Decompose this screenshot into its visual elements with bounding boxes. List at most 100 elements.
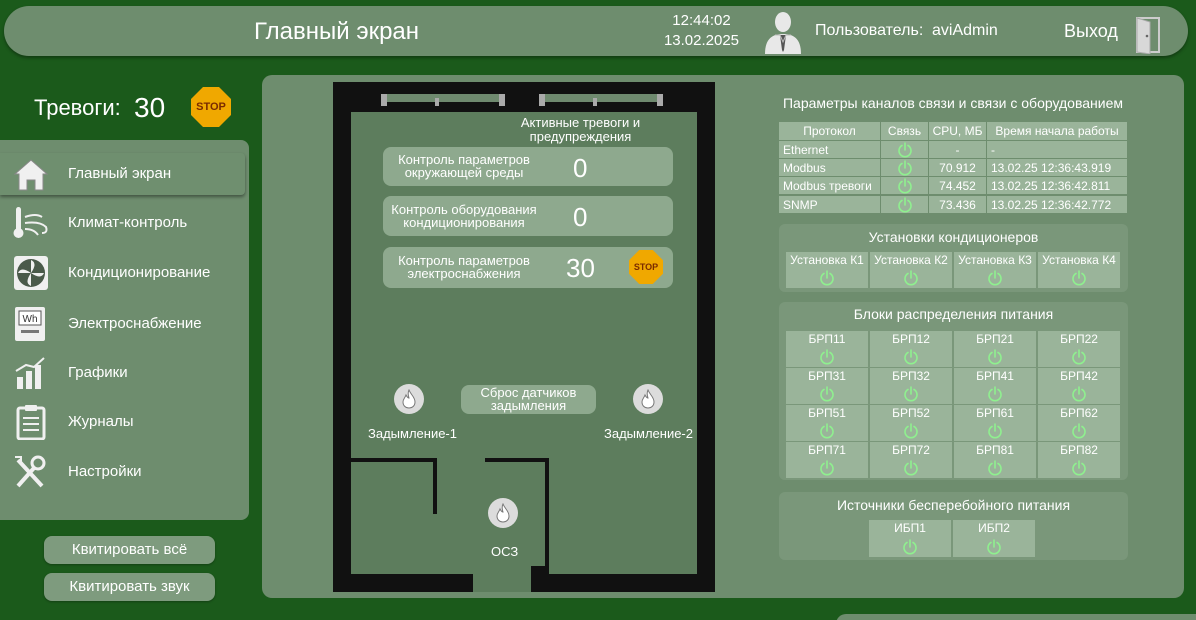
- pdu-cell[interactable]: БРП41: [954, 368, 1036, 404]
- power-on-icon: [903, 349, 919, 365]
- power-on-icon: [1071, 423, 1087, 439]
- ac-alarm-box[interactable]: Контроль оборудования кондиционирования …: [383, 196, 673, 236]
- pdu-cell-label: БРП81: [976, 443, 1014, 457]
- pdu-cell[interactable]: БРП42: [1038, 368, 1120, 404]
- pdu-cell-label: БРП21: [976, 332, 1014, 346]
- ups-cell-label: ИБП2: [978, 521, 1010, 535]
- protocol-cell: Modbus: [779, 159, 880, 177]
- clock-date: 13.02.2025: [663, 32, 740, 49]
- svg-text:Wh: Wh: [23, 314, 38, 325]
- pdu-cell-label: БРП31: [808, 369, 846, 383]
- fire-sensor-icon[interactable]: [488, 498, 518, 528]
- ack-all-button[interactable]: Квитировать всё: [44, 536, 215, 564]
- cpu-cell: 74.452: [929, 177, 986, 195]
- clipboard-icon: [16, 405, 46, 440]
- power-on-icon: [903, 460, 919, 476]
- ups-cell[interactable]: ИБП1: [869, 520, 951, 557]
- reset-smoke-sensors-button[interactable]: Сброс датчиков задымления: [461, 385, 596, 414]
- page-title: Главный экран: [254, 18, 420, 45]
- nav-item-climate[interactable]: Климат-контроль: [0, 202, 249, 244]
- protocol-cell: Ethernet: [779, 141, 880, 158]
- env-alarm-box[interactable]: Контроль параметров окружающей среды 0: [383, 147, 673, 186]
- pdu-cell-label: БРП11: [808, 332, 846, 346]
- pdu-cell[interactable]: БРП81: [954, 442, 1036, 478]
- pdu-cell[interactable]: БРП12: [870, 331, 952, 367]
- alarms-count: 30: [134, 92, 166, 123]
- power-on-icon: [987, 386, 1003, 402]
- stop-sign-icon[interactable]: STOP: [629, 250, 663, 284]
- power-on-icon: [1071, 460, 1087, 476]
- nav-item-power[interactable]: Wh Электроснабжение: [0, 303, 249, 345]
- pdu-cell-label: БРП72: [892, 443, 930, 457]
- link-status-cell: [881, 141, 928, 158]
- power-on-icon: [987, 270, 1003, 286]
- pdu-cell[interactable]: БРП21: [954, 331, 1036, 367]
- door-exit-icon[interactable]: [1134, 16, 1162, 54]
- protocol-cell: Modbus тревоги: [779, 177, 880, 195]
- ac-unit-cell[interactable]: Установка К2: [870, 252, 952, 288]
- pdu-cell-label: БРП22: [1060, 332, 1098, 346]
- power-on-icon: [986, 539, 1002, 555]
- stop-sign-icon[interactable]: STOP: [191, 87, 231, 127]
- ac-unit-cell-label: Установка К4: [1042, 253, 1116, 267]
- nav-label: Главный экран: [68, 165, 172, 182]
- power-on-icon: [903, 270, 919, 286]
- power-alarm-label: Контроль параметров электроснабжения: [398, 253, 530, 281]
- fire-sensor-icon[interactable]: [394, 384, 424, 414]
- pdu-cell-label: БРП52: [892, 406, 930, 420]
- pdu-cell[interactable]: БРП22: [1038, 331, 1120, 367]
- ac-unit-cell-label: Установка К3: [958, 253, 1032, 267]
- alarms-label: Тревоги:: [34, 95, 121, 120]
- ac-alarm-count: 0: [573, 202, 588, 232]
- power-on-icon: [819, 460, 835, 476]
- ac-unit-cell[interactable]: Установка К3: [954, 252, 1036, 288]
- power-on-icon: [987, 349, 1003, 365]
- user-label: Пользователь:: [815, 22, 924, 39]
- pdu-cell-label: БРП41: [976, 369, 1014, 383]
- nav-item-main-screen[interactable]: Главный экран: [0, 153, 245, 195]
- cpu-cell: 73.436: [929, 195, 986, 213]
- ac-unit-cell[interactable]: Установка К1: [786, 252, 868, 288]
- pdu-cell[interactable]: БРП62: [1038, 405, 1120, 441]
- power-on-icon: [903, 423, 919, 439]
- nav-item-charts[interactable]: Графики: [0, 352, 249, 394]
- pdu-cell[interactable]: БРП31: [786, 368, 868, 404]
- ac-unit-cell[interactable]: Установка К4: [1038, 252, 1120, 288]
- ack-sound-button[interactable]: Квитировать звук: [44, 573, 215, 601]
- pdu-cell[interactable]: БРП72: [870, 442, 952, 478]
- pdu-cell-label: БРП32: [892, 369, 930, 383]
- pdu-cell[interactable]: БРП71: [786, 442, 868, 478]
- ocz-label: ОСЗ: [491, 544, 519, 559]
- nav-item-conditioning[interactable]: Кондиционирование: [0, 252, 249, 294]
- power-on-icon: [1071, 386, 1087, 402]
- pdu-cell-label: БРП12: [892, 332, 930, 346]
- power-on-icon: [897, 196, 913, 218]
- logout-button[interactable]: Выход: [1064, 21, 1118, 42]
- nav-item-journals[interactable]: Журналы: [0, 401, 249, 443]
- pdu-cell[interactable]: БРП51: [786, 405, 868, 441]
- active-alarms-title: Активные тревоги и предупреждения: [520, 115, 641, 144]
- thermometer-wind-icon: [13, 207, 48, 238]
- link-status-cell: [881, 177, 928, 195]
- ups-cell[interactable]: ИБП2: [953, 520, 1035, 557]
- ac-unit-cell-label: Установка К2: [874, 253, 948, 267]
- protocol-cell: SNMP: [779, 195, 880, 213]
- ac-unit-cell-label: Установка К1: [790, 253, 864, 267]
- nav-item-settings[interactable]: Настройки: [0, 451, 249, 493]
- power-on-icon: [819, 386, 835, 402]
- header-bar: Главный экран 12:44:02 13.02.2025 Пользо…: [4, 6, 1188, 56]
- power-on-icon: [903, 386, 919, 402]
- start-time-cell: 13.02.25 12:36:42.772: [987, 195, 1127, 213]
- start-time-cell: 13.02.25 12:36:42.811: [987, 177, 1127, 195]
- pdu-cell[interactable]: БРП52: [870, 405, 952, 441]
- link-status-cell: [881, 159, 928, 177]
- fire-sensor-icon[interactable]: [633, 384, 663, 414]
- pdu-cell[interactable]: БРП61: [954, 405, 1036, 441]
- pdu-cell[interactable]: БРП32: [870, 368, 952, 404]
- fan-icon: [14, 256, 48, 290]
- power-alarm-box[interactable]: Контроль параметров электроснабжения 30 …: [383, 247, 673, 288]
- clock-time: 12:44:02: [672, 12, 731, 29]
- pdu-cell[interactable]: БРП11: [786, 331, 868, 367]
- tools-icon: [15, 455, 46, 488]
- pdu-cell[interactable]: БРП82: [1038, 442, 1120, 478]
